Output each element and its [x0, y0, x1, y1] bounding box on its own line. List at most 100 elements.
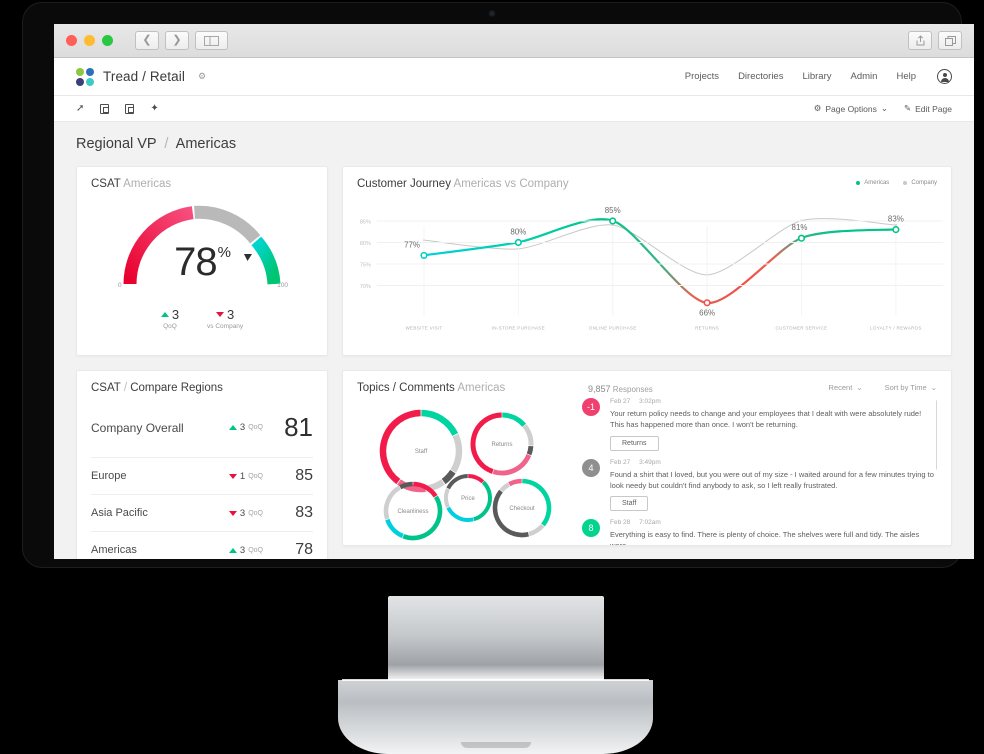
chevron-down-icon: ⌄ — [930, 383, 937, 392]
legend-item-americas[interactable]: Americas — [856, 180, 889, 186]
arrow-down-icon — [215, 312, 224, 317]
pin-icon[interactable]: ✦ — [150, 103, 158, 114]
status-badge: 4 — [582, 458, 600, 477]
region-name: Europe — [91, 470, 127, 482]
comment-tag[interactable]: Returns — [610, 435, 659, 451]
region-delta: 3 QoQ — [228, 507, 263, 519]
comment-tag[interactable]: Staff — [610, 496, 649, 511]
region-delta-label: QoQ — [248, 472, 263, 480]
gear-icon[interactable]: ⚙ — [198, 71, 206, 82]
arrow-down-icon — [228, 510, 237, 516]
laptop-lid: ❮ ❯ Tread / Retail ⚙ Projects Directorie… — [22, 2, 974, 568]
comment-body: Feb 27 3:49pm Found a shirt that I loved… — [610, 459, 937, 511]
gear-icon: ⚙ — [813, 103, 822, 113]
svg-text:80%: 80% — [360, 241, 371, 247]
browser-nav-buttons[interactable]: ❮ ❯ — [135, 31, 228, 50]
responses-label: Responses — [612, 385, 653, 394]
comments-scrollbar[interactable] — [936, 400, 937, 470]
svg-text:Price: Price — [461, 496, 475, 502]
comment-text: Everything is easy to find. There is ple… — [610, 530, 920, 546]
region-score: 81 — [284, 412, 313, 442]
cursor-icon[interactable]: ➚ — [76, 103, 84, 114]
nav-item-admin[interactable]: Admin — [851, 71, 878, 82]
topic-bubbles[interactable]: Staff Returns Cleanliness Price Checkout — [357, 398, 572, 545]
region-name: Company Overall — [91, 420, 184, 435]
list-item[interactable]: 4 Feb 27 3:49pm Found a shirt that I lov… — [582, 458, 937, 511]
stat-qoq-value: 3 — [171, 307, 180, 322]
region-delta-value: 3 — [239, 422, 246, 433]
sidebar-toggle-button[interactable] — [195, 31, 228, 50]
app-navigation[interactable]: Projects Directories Library Admin Help — [685, 69, 952, 84]
edit-page-button[interactable]: ✎ Edit Page — [904, 103, 952, 114]
minimize-window-button[interactable] — [84, 35, 95, 46]
share-icon — [916, 35, 924, 46]
frame-icon[interactable] — [100, 103, 110, 114]
page-toolbar: ➚ ✦ ⚙ Page Options ⌄ ✎ Edit Page — [54, 96, 974, 122]
app-header: Tread / Retail ⚙ Projects Directories Li… — [54, 58, 974, 96]
browser-chrome-right[interactable] — [908, 31, 962, 50]
recent-label: Recent — [828, 383, 853, 392]
list-item[interactable]: -1 Feb 27 3:02pm Your return policy need… — [582, 398, 937, 451]
comment-meta: Feb 28 7:02am — [610, 519, 937, 526]
legend-dot-icon — [856, 181, 861, 185]
tabs-button[interactable] — [938, 31, 962, 50]
toolbar-icons[interactable]: ➚ ✦ — [76, 103, 159, 114]
maximize-window-button[interactable] — [102, 35, 113, 46]
gauge-min-label: 0 — [118, 282, 122, 289]
legend-item-company[interactable]: Company — [903, 180, 937, 186]
right-column: Customer Journey Americas vs Company Ame… — [342, 166, 952, 546]
region-name: Asia Pacific — [91, 507, 148, 519]
topics-controls[interactable]: Recent ⌄ Sort by Time ⌄ — [829, 383, 937, 392]
table-row[interactable]: Europe 1 QoQ 85 — [91, 457, 313, 494]
laptop-hinge — [387, 596, 604, 684]
toolbar-actions[interactable]: ⚙ Page Options ⌄ ✎ Edit Page — [814, 103, 952, 114]
nav-item-library[interactable]: Library — [802, 71, 831, 82]
svg-text:75%: 75% — [360, 263, 371, 269]
app-logo[interactable]: Tread / Retail ⚙ — [76, 67, 206, 86]
laptop-base-body — [338, 679, 653, 754]
comments-list[interactable]: -1 Feb 27 3:02pm Your return policy need… — [572, 398, 937, 546]
table-row[interactable]: Asia Pacific 3 QoQ 83 — [91, 494, 313, 531]
window-controls[interactable] — [66, 35, 113, 46]
page-options-button[interactable]: ⚙ Page Options ⌄ — [814, 103, 888, 114]
chart-legend: Americas Company — [856, 180, 937, 186]
recent-dropdown[interactable]: Recent ⌄ — [829, 383, 863, 392]
edit-page-label: Edit Page — [915, 103, 952, 114]
back-button[interactable]: ❮ — [135, 31, 159, 50]
comment-body: Feb 27 3:02pm Your return policy needs t… — [610, 398, 937, 451]
share-button[interactable] — [908, 31, 932, 50]
compare-regions-title: CSAT — [91, 382, 121, 394]
region-name: Americas — [91, 544, 137, 556]
responses-number: 9,857 — [588, 384, 611, 394]
region-delta-label: QoQ — [248, 509, 263, 517]
page-title-primary: Regional VP — [76, 136, 157, 152]
sort-by-time-dropdown[interactable]: Sort by Time ⌄ — [885, 383, 937, 392]
close-window-button[interactable] — [66, 35, 77, 46]
forward-button[interactable]: ❯ — [165, 31, 189, 50]
region-score: 78 — [295, 541, 313, 558]
brand-title: Tread / Retail — [103, 69, 185, 84]
csat-gauge-subtitle: Americas — [123, 178, 172, 190]
user-avatar-icon[interactable] — [937, 69, 952, 84]
csat-gauge-value: 78% — [116, 240, 288, 285]
nav-item-projects[interactable]: Projects — [685, 71, 719, 82]
legend-label: Americas — [864, 180, 890, 186]
nav-item-directories[interactable]: Directories — [738, 71, 783, 82]
region-delta-value: 1 — [239, 470, 246, 482]
compare-regions-header: CSAT / Compare Regions — [77, 371, 327, 394]
table-row[interactable]: Company Overall 3 QoQ 81 — [91, 400, 313, 457]
compare-regions-card: CSAT / Compare Regions Company Overall 3 — [76, 370, 328, 559]
comment-meta: Feb 27 3:49pm — [610, 459, 937, 466]
svg-text:Staff: Staff — [415, 449, 428, 455]
responses-count: 9,857 Responses — [588, 384, 653, 394]
gauge-number: 78 — [174, 240, 217, 284]
frame-filled-icon[interactable] — [125, 103, 135, 114]
table-row[interactable]: Americas 3 QoQ 78 — [91, 531, 313, 559]
svg-text:ONLINE PURCHASE: ONLINE PURCHASE — [589, 326, 637, 331]
svg-text:Returns: Returns — [491, 442, 512, 448]
list-item[interactable]: 8 Feb 28 7:02am Everything is easy to fi… — [582, 519, 937, 546]
region-delta: 3 QoQ — [228, 545, 263, 556]
region-delta-value: 3 — [239, 507, 246, 519]
tabs-icon — [944, 35, 956, 46]
nav-item-help[interactable]: Help — [896, 71, 916, 82]
